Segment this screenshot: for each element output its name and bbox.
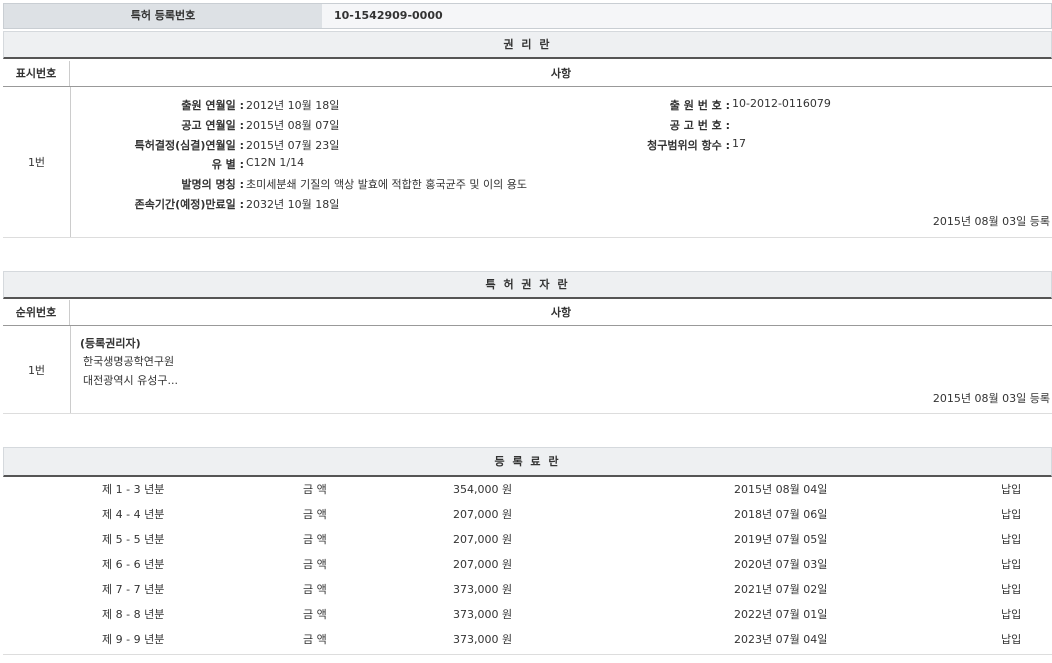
fee-amount: 373,000 원 <box>453 577 512 602</box>
patentee-body: 1번 (등록권리자) 한국생명공학연구원 대전광역시 유성구... 2015년 … <box>3 326 1052 414</box>
expiry-date-value: 2032년 10월 18일 <box>246 196 339 212</box>
fee-period: 제 1 - 3 년분 <box>102 477 164 502</box>
rights-row-number: 1번 <box>3 87 71 237</box>
publication-date-value: 2015년 08월 07일 <box>246 117 339 133</box>
rights-col-number: 표시번호 <box>3 61 70 86</box>
fee-period: 제 6 - 6 년분 <box>102 552 164 577</box>
fee-period: 제 5 - 5 년분 <box>102 527 164 552</box>
fee-period: 제 7 - 7 년분 <box>102 577 164 602</box>
fee-date: 2021년 07월 02일 <box>734 577 827 602</box>
fee-amount-label: 금 액 <box>303 552 327 577</box>
invention-title-label: 발명의 명칭 : <box>181 176 244 192</box>
application-date-label: 출원 연월일 : <box>181 97 244 113</box>
fees-section-title: 등 록 료 란 <box>3 447 1052 477</box>
fee-amount: 207,000 원 <box>453 527 512 552</box>
rights-registration-date: 2015년 08월 03일 등록 <box>933 213 1050 229</box>
fee-status: 납입 <box>1001 552 1021 577</box>
patentee-name: 한국생명공학연구원 <box>83 353 174 369</box>
rights-col-item: 사항 <box>70 61 1052 86</box>
publication-number-label: 공 고 번 호 : <box>670 117 730 133</box>
registration-number-row: 특허 등록번호 10-1542909-0000 <box>3 3 1052 29</box>
registration-number-label: 특허 등록번호 <box>4 4 322 28</box>
rights-column-header: 표시번호 사항 <box>3 61 1052 87</box>
fee-row: 제 1 - 3 년분 금 액 354,000 원 2015년 08월 04일 납… <box>3 477 1052 502</box>
fee-date: 2015년 08월 04일 <box>734 477 827 502</box>
fee-amount-label: 금 액 <box>303 502 327 527</box>
fee-date: 2022년 07월 01일 <box>734 602 827 627</box>
fee-row: 제 8 - 8 년분 금 액 373,000 원 2022년 07월 01일 납… <box>3 602 1052 627</box>
fee-row: 제 5 - 5 년분 금 액 207,000 원 2019년 07월 05일 납… <box>3 527 1052 552</box>
fee-period: 제 9 - 9 년분 <box>102 627 164 652</box>
fees-bottom-divider <box>3 654 1052 655</box>
decision-date-value: 2015년 07월 23일 <box>246 137 339 153</box>
fee-status: 납입 <box>1001 577 1021 602</box>
fee-status: 납입 <box>1001 602 1021 627</box>
publication-date-label: 공고 연월일 : <box>181 117 244 133</box>
classification-label: 유 별 : <box>212 156 244 172</box>
fee-amount: 207,000 원 <box>453 502 512 527</box>
fee-date: 2020년 07월 03일 <box>734 552 827 577</box>
application-number-label: 출 원 번 호 : <box>670 97 730 113</box>
claims-count-label: 청구범위의 항수 : <box>647 137 730 153</box>
fee-date: 2018년 07월 06일 <box>734 502 827 527</box>
fee-period: 제 4 - 4 년분 <box>102 502 164 527</box>
fee-amount-label: 금 액 <box>303 577 327 602</box>
fee-status: 납입 <box>1001 527 1021 552</box>
fee-amount-label: 금 액 <box>303 477 327 502</box>
classification-value: C12N 1/14 <box>246 156 304 169</box>
fee-row: 제 6 - 6 년분 금 액 207,000 원 2020년 07월 03일 납… <box>3 552 1052 577</box>
fee-row: 제 9 - 9 년분 금 액 373,000 원 2023년 07월 04일 납… <box>3 627 1052 652</box>
decision-date-label: 특허결정(심결)연월일 : <box>135 137 244 153</box>
fee-amount-label: 금 액 <box>303 627 327 652</box>
patentee-col-number: 순위번호 <box>3 300 70 325</box>
rights-section-title: 권 리 란 <box>3 31 1052 59</box>
patentee-section-title: 특 허 권 자 란 <box>3 271 1052 299</box>
claims-count-value: 17 <box>732 137 746 150</box>
patentee-role: (등록권리자) <box>80 335 141 351</box>
fee-date: 2019년 07월 05일 <box>734 527 827 552</box>
patentee-col-item: 사항 <box>70 300 1052 325</box>
fee-status: 납입 <box>1001 477 1021 502</box>
fee-amount: 207,000 원 <box>453 552 512 577</box>
fee-row: 제 4 - 4 년분 금 액 207,000 원 2018년 07월 06일 납… <box>3 502 1052 527</box>
registration-number-value: 10-1542909-0000 <box>322 4 1051 28</box>
fee-period: 제 8 - 8 년분 <box>102 602 164 627</box>
fee-amount-label: 금 액 <box>303 602 327 627</box>
fee-date: 2023년 07월 04일 <box>734 627 827 652</box>
patentee-column-header: 순위번호 사항 <box>3 300 1052 326</box>
application-number-value: 10-2012-0116079 <box>732 97 831 110</box>
fee-amount: 373,000 원 <box>453 627 512 652</box>
rights-body: 1번 출원 연월일 : 2012년 10월 18일 공고 연월일 : 2015년… <box>3 87 1052 238</box>
fee-status: 납입 <box>1001 502 1021 527</box>
fee-amount: 373,000 원 <box>453 602 512 627</box>
application-date-value: 2012년 10월 18일 <box>246 97 339 113</box>
expiry-date-label: 존속기간(예정)만료일 : <box>135 196 244 212</box>
fee-status: 납입 <box>1001 627 1021 652</box>
fee-amount-label: 금 액 <box>303 527 327 552</box>
fee-amount: 354,000 원 <box>453 477 512 502</box>
patentee-row-number: 1번 <box>3 326 71 413</box>
invention-title-value: 초미세분쇄 기질의 액상 발효에 적합한 홍국균주 및 이의 용도 <box>246 176 527 192</box>
patentee-address: 대전광역시 유성구... <box>83 372 178 388</box>
patentee-registration-date: 2015년 08월 03일 등록 <box>933 390 1050 406</box>
fee-row: 제 7 - 7 년분 금 액 373,000 원 2021년 07월 02일 납… <box>3 577 1052 602</box>
